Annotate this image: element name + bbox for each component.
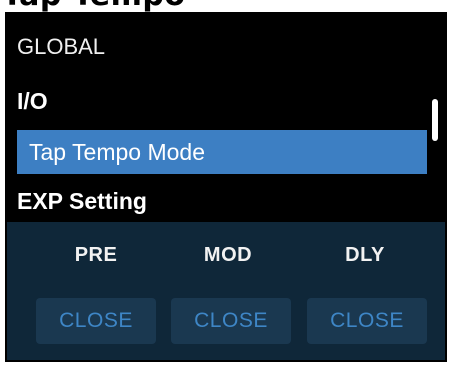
menu-item-io[interactable]: I/O — [17, 80, 48, 122]
module-panel: PRE MOD DLY CLOSE CLOSE CLOSE — [7, 222, 445, 360]
menu-item-global[interactable]: GLOBAL — [17, 26, 105, 68]
top-heading-cropped: Tap Tempo — [0, 0, 452, 12]
settings-page: Tap Tempo GLOBAL I/O Tap Tempo Mode EXP … — [0, 0, 452, 367]
page-heading: Tap Tempo — [2, 0, 185, 12]
dly-close-button[interactable]: CLOSE — [307, 298, 427, 344]
menu-item-exp-setting[interactable]: EXP Setting — [17, 180, 147, 222]
menu-item-tap-tempo-mode[interactable]: Tap Tempo Mode — [17, 130, 427, 174]
pre-close-button[interactable]: CLOSE — [36, 298, 156, 344]
module-label-mod: MOD — [203, 244, 253, 266]
module-label-pre: PRE — [74, 244, 118, 266]
menu-scrollbar[interactable] — [432, 99, 438, 141]
device-screen: GLOBAL I/O Tap Tempo Mode EXP Setting PR… — [5, 12, 447, 362]
mod-close-button[interactable]: CLOSE — [171, 298, 291, 344]
module-label-dly: DLY — [345, 244, 385, 266]
settings-menu: GLOBAL I/O Tap Tempo Mode EXP Setting — [7, 14, 445, 220]
